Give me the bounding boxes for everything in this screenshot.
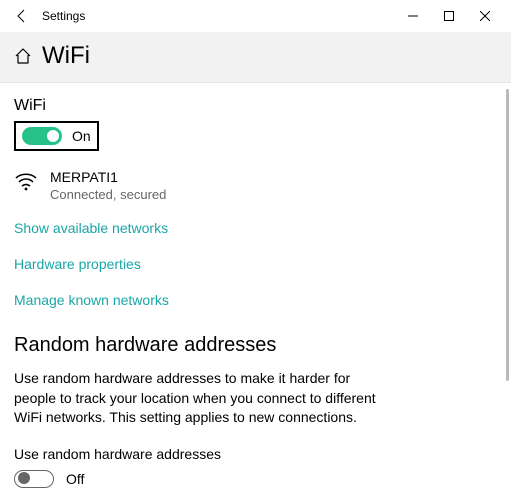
- wifi-toggle-row: On: [14, 121, 99, 151]
- scrollbar-thumb[interactable]: [506, 89, 509, 381]
- titlebar: Settings: [0, 0, 511, 32]
- page-header: WiFi: [0, 32, 511, 83]
- hardware-properties-link[interactable]: Hardware properties: [14, 256, 497, 272]
- current-network[interactable]: MERPATI1 Connected, secured: [14, 169, 497, 202]
- wifi-toggle[interactable]: [22, 127, 62, 145]
- random-hw-heading: Random hardware addresses: [14, 334, 497, 357]
- close-button[interactable]: [467, 2, 503, 30]
- manage-known-networks-link[interactable]: Manage known networks: [14, 292, 497, 308]
- random-hw-description: Use random hardware addresses to make it…: [14, 369, 384, 428]
- maximize-button[interactable]: [431, 2, 467, 30]
- random-hw-setting-label: Use random hardware addresses: [14, 446, 497, 462]
- wifi-section-label: WiFi: [14, 97, 497, 115]
- show-available-networks-link[interactable]: Show available networks: [14, 220, 497, 236]
- random-hw-toggle-row: Off: [14, 470, 497, 488]
- home-icon[interactable]: [14, 47, 32, 65]
- back-button[interactable]: [8, 8, 36, 24]
- wifi-signal-icon: [14, 170, 38, 195]
- minimize-button[interactable]: [395, 2, 431, 30]
- wifi-toggle-label: On: [72, 128, 91, 144]
- ssid-name: MERPATI1: [50, 169, 166, 185]
- scrollbar[interactable]: [505, 89, 511, 495]
- page-title: WiFi: [42, 42, 90, 70]
- ssid-status: Connected, secured: [50, 187, 166, 202]
- random-hw-toggle-label: Off: [66, 471, 84, 487]
- content-area: WiFi On MERPATI1 Connected, secured Show…: [0, 83, 511, 501]
- random-hw-toggle[interactable]: [14, 470, 54, 488]
- window-title: Settings: [42, 9, 85, 23]
